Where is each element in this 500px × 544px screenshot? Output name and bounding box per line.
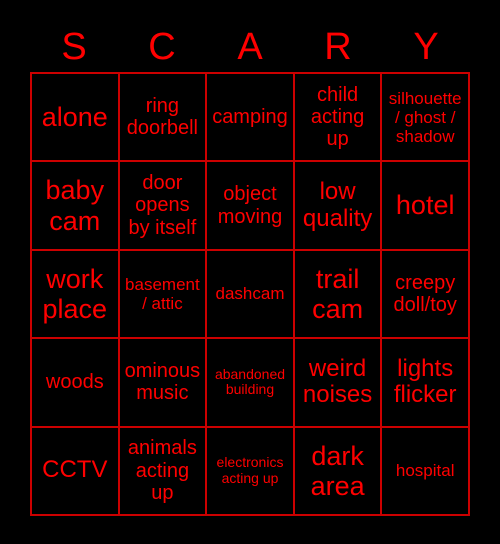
bingo-cell-label: ominous music [124,360,201,405]
header-letter-s: S [61,26,87,68]
bingo-cell-label: trail cam [312,263,364,324]
bingo-cell-label: camping [212,106,288,128]
bingo-cell-label: hotel [395,190,455,221]
bingo-cell-r2c5[interactable]: hotel [382,162,470,251]
bingo-cell-label: ring doorbell [126,94,198,140]
bingo-cell-r3c2[interactable]: basement / attic [119,250,208,340]
bingo-cell-r3c3[interactable]: dashcam [207,250,295,340]
bingo-cell-label: electronics acting up [216,454,284,486]
bingo-cell-r1c1[interactable]: alone [32,74,120,163]
bingo-cell-r1c3[interactable]: camping [207,74,295,163]
header-letter-r: R [324,26,352,68]
bingo-cell-label: silhouette / ghost / shadow [388,88,462,146]
bingo-cell-r2c4[interactable]: low quality [294,162,383,251]
bingo-cell-label: baby cam [45,175,105,236]
bingo-cell-label: woods [45,371,104,394]
bingo-cell-r4c4[interactable]: weird noises [294,339,383,428]
bingo-cell-r4c3[interactable]: abandoned building [207,339,295,428]
bingo-cell-r5c2[interactable]: animals acting up [119,427,208,516]
bingo-cell-r5c4[interactable]: dark area [294,427,383,516]
bingo-cell-label: low quality [302,177,373,232]
bingo-cell-label: alone [41,102,108,133]
bingo-cell-r1c5[interactable]: silhouette / ghost / shadow [382,74,470,163]
bingo-cell-r5c3[interactable]: electronics acting up [207,427,295,516]
bingo-cell-r3c1[interactable]: work place [32,250,120,340]
header-letter-y: Y [413,26,439,68]
bingo-cell-r4c2[interactable]: ominous music [119,339,208,428]
bingo-cell-r1c2[interactable]: ring doorbell [119,74,208,163]
bingo-cell-label: object moving [217,183,283,228]
bingo-cell-r4c5[interactable]: lights flicker [382,339,470,428]
bingo-cell-label: hospital [395,461,455,481]
bingo-cell-label: weird noises [302,354,373,409]
header-letter-c: C [148,26,176,68]
bingo-cell-label: basement / attic [125,274,200,313]
bingo-cell-r2c3[interactable]: object moving [207,162,295,251]
bingo-cell-label: dashcam [215,284,285,304]
bingo-cell-label: door opens by itself [128,172,197,239]
bingo-cell-r2c2[interactable]: door opens by itself [119,162,208,251]
bingo-cell-label: work place [42,263,108,324]
bingo-cell-label: creepy doll/toy [393,271,457,316]
bingo-cell-r5c1[interactable]: CCTV [32,427,120,516]
bingo-cell-r2c1[interactable]: baby cam [32,162,120,251]
bingo-cell-r3c4[interactable]: trail cam [294,250,383,340]
header-letter-a: A [237,26,263,68]
bingo-cell-r5c5[interactable]: hospital [382,427,470,516]
bingo-header: S C A R Y [30,22,470,72]
bingo-cell-label: child acting up [310,83,365,151]
bingo-cell-label: CCTV [42,456,108,484]
bingo-cell-label: dark area [310,440,365,501]
bingo-cell-label: abandoned building [214,365,286,398]
bingo-cell-r1c4[interactable]: child acting up [294,74,383,163]
bingo-cell-label: lights flicker [393,354,457,409]
bingo-cell-r4c1[interactable]: woods [32,339,120,428]
bingo-cell-label: animals acting up [127,437,197,504]
bingo-card: S C A R Y alone ring doorbell camping child… [0,0,500,544]
bingo-cell-r3c5[interactable]: creepy doll/toy [382,250,470,340]
bingo-grid: alone ring doorbell camping child acting up… [30,72,470,516]
